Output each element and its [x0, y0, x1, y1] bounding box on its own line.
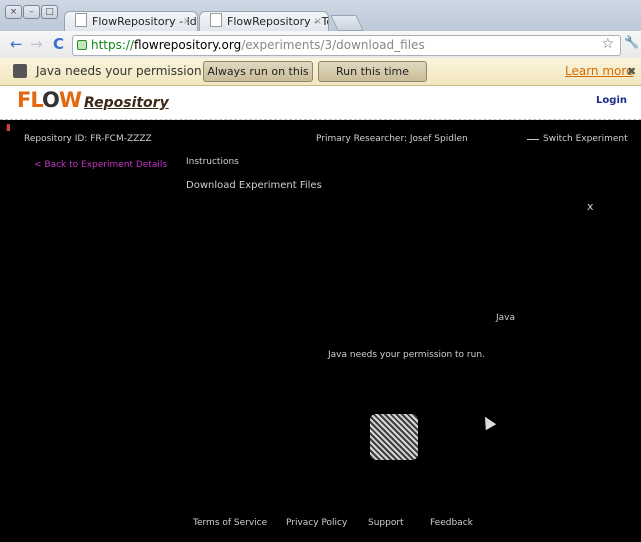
url-text: https://flowrepository.org/experiments/3… [91, 36, 425, 55]
logo-text-fl: FL [17, 88, 43, 112]
repository-id-text: Repository ID: FR-FCM-ZZZZ [24, 134, 152, 144]
plugin-icon [13, 64, 27, 78]
divider [527, 139, 539, 140]
window-close-button[interactable]: × [5, 5, 22, 19]
window-maximize-button[interactable]: □ [41, 5, 58, 19]
new-tab-button[interactable] [330, 15, 364, 31]
forward-icon[interactable]: → [30, 35, 43, 53]
java-caption: Java [496, 313, 516, 323]
window-minimize-button[interactable]: – [23, 5, 40, 19]
footer-feedback-link[interactable]: Feedback [430, 518, 473, 528]
logo-text-repository: Repository [84, 95, 169, 111]
always-run-button[interactable]: Always run on this site [203, 61, 313, 97]
tab-test-01[interactable]: FlowRepository - Test 01 × [199, 11, 329, 32]
download-files-title: Download Experiment Files [186, 180, 322, 191]
footer-privacy-link[interactable]: Privacy Policy [286, 518, 347, 528]
footer-terms-link[interactable]: Terms of Service [193, 518, 267, 528]
footer-support-link[interactable]: Support [368, 518, 404, 528]
back-to-experiment-link[interactable]: < Back to Experiment Details [34, 160, 167, 170]
login-link[interactable]: Login [596, 95, 627, 106]
url-host: flowrepository.org [134, 38, 242, 52]
lock-icon [77, 40, 87, 50]
java-permission-infobar: Java needs your permission to run. Alway… [0, 58, 641, 97]
star-icon[interactable]: ☆ [601, 36, 614, 52]
back-icon[interactable]: ← [10, 35, 23, 53]
flowrepository-logo[interactable]: FLOW Repository [17, 88, 169, 112]
browser-title-bar: × – □ FlowRepository - Identifi × FlowRe… [0, 0, 641, 32]
cursor-icon [479, 413, 497, 431]
logo-text-w: W [58, 88, 82, 112]
address-bar[interactable]: https://flowrepository.org/experiments/3… [72, 35, 621, 56]
page-icon [210, 13, 222, 27]
primary-researcher-text: Primary Researcher: Josef Spidlen [316, 134, 468, 144]
reload-icon[interactable]: C [53, 35, 64, 53]
switch-experiment-link[interactable]: Switch Experiment [543, 134, 628, 144]
page-icon [75, 13, 87, 27]
url-scheme: https:// [91, 38, 135, 52]
java-permission-message: Java needs your permission to run. [328, 350, 485, 360]
page-content: ▮ Repository ID: FR-FCM-ZZZZ Primary Res… [0, 120, 641, 542]
tab-identifier[interactable]: FlowRepository - Identifi × [64, 11, 198, 32]
infobar-close-icon[interactable]: ✖ [627, 58, 636, 85]
run-this-time-button[interactable]: Run this time [318, 61, 427, 82]
url-path: /experiments/3/download_files [241, 38, 425, 52]
wrench-icon[interactable]: 🔧 [624, 35, 639, 49]
instructions-heading[interactable]: Instructions [186, 157, 239, 167]
page-marker: ▮ [6, 123, 11, 133]
tab-close-icon[interactable]: × [183, 12, 191, 32]
site-header: FLOW Repository Login [0, 86, 641, 120]
java-applet-icon[interactable] [370, 414, 418, 460]
tab-close-icon[interactable]: × [314, 12, 322, 32]
logo-flower-o: O [41, 88, 60, 112]
browser-toolbar: ← → C https://flowrepository.org/experim… [0, 31, 641, 59]
learn-more-link[interactable]: Learn more [565, 58, 633, 85]
close-icon[interactable]: x [587, 200, 594, 213]
